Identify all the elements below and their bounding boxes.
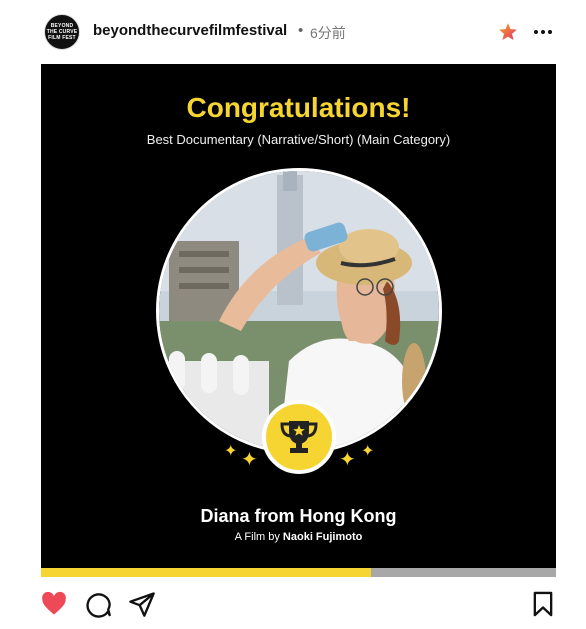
separator-dot: •	[298, 22, 304, 39]
award-category: Best Documentary (Narrative/Short) (Main…	[146, 132, 451, 147]
sparkle-icon: ✦	[241, 449, 258, 471]
trophy-icon	[262, 400, 336, 474]
post-image[interactable]: Congratulations! Best Documentary (Narra…	[41, 64, 556, 577]
film-title: Diana from Hong Kong	[200, 506, 397, 526]
carousel-progress-bar	[41, 568, 556, 577]
congratulations-heading: Congratulations!	[186, 92, 411, 123]
more-options-icon[interactable]	[531, 20, 555, 44]
film-credit: A Film by Naoki Fujimoto	[41, 531, 556, 543]
account-avatar[interactable]: BEYOND THE CURVE FILM FEST	[44, 14, 80, 50]
avatar-text-line: FILM FEST	[48, 35, 76, 41]
director-name: Naoki Fujimoto	[282, 531, 363, 543]
post-actions	[0, 588, 586, 624]
account-name-link[interactable]: beyondthecurvefilmfestival	[93, 22, 287, 39]
heart-icon[interactable]	[40, 590, 68, 618]
sparkle-icon: ✦	[224, 443, 238, 460]
comment-icon[interactable]	[84, 590, 112, 618]
post-header: BEYOND THE CURVE FILM FEST beyondthecurv…	[0, 0, 586, 64]
send-icon[interactable]	[128, 590, 156, 618]
carousel-progress-fill	[41, 568, 371, 577]
sparkle-icon: ✦	[339, 449, 356, 471]
credit-prefix: A Film by	[234, 531, 280, 543]
star-icon	[499, 23, 517, 40]
post-timestamp[interactable]: 6分前	[310, 23, 346, 43]
bookmark-icon[interactable]	[529, 590, 557, 618]
sparkle-icon: ✦	[361, 443, 375, 460]
